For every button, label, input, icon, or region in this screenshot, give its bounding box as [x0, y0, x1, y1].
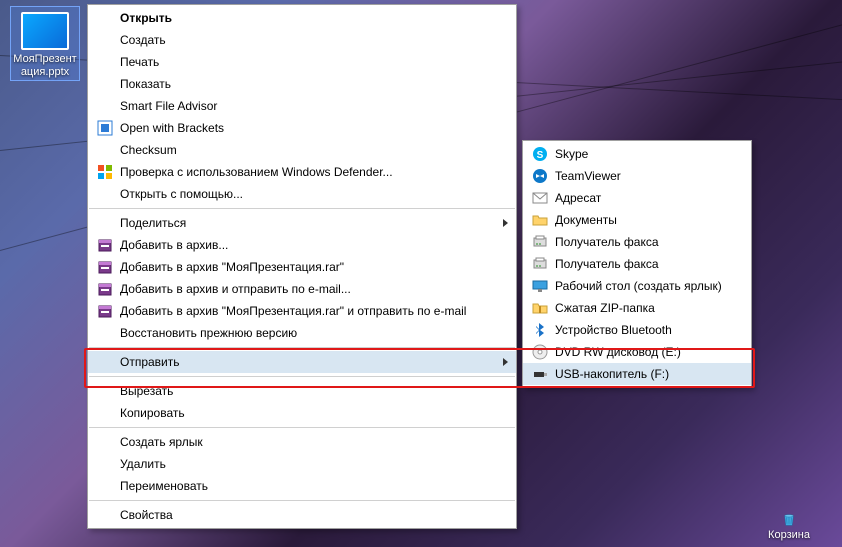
menu-item-label: Создать — [116, 33, 166, 47]
menu-item-label: Open with Brackets — [116, 121, 224, 135]
sendto-item-zip[interactable]: Сжатая ZIP-папка — [523, 297, 751, 319]
sendto-item-label: Устройство Bluetooth — [551, 323, 672, 337]
menu-item-restore[interactable]: Восстановить прежнюю версию — [88, 322, 516, 344]
menu-item-label: Проверка с использованием Windows Defend… — [116, 165, 393, 179]
skype-icon: S — [529, 146, 551, 162]
menu-item-label: Открыть с помощью... — [116, 187, 243, 201]
sendto-item-skype[interactable]: S Skype — [523, 143, 751, 165]
menu-item-label: Показать — [116, 77, 171, 91]
menu-item-label: Добавить в архив... — [116, 238, 228, 252]
menu-item-label: Отправить — [116, 355, 180, 369]
sendto-item-dvd[interactable]: DVD RW дисковод (E:) — [523, 341, 751, 363]
rar-icon — [94, 281, 116, 297]
desk-icon — [529, 278, 551, 294]
menu-item-show[interactable]: Показать — [88, 73, 516, 95]
desktop-file-label: МояПрезентация.pptx — [11, 53, 79, 78]
sendto-item-label: Получатель факса — [551, 235, 659, 249]
menu-item-share[interactable]: Поделиться — [88, 212, 516, 234]
rar-icon — [94, 237, 116, 253]
sendto-item-addr[interactable]: Адресат — [523, 187, 751, 209]
menu-item-label: Печать — [116, 55, 159, 69]
rar-icon — [94, 303, 116, 319]
sendto-item-fax2[interactable]: Получатель факса — [523, 253, 751, 275]
tv-icon — [529, 168, 551, 184]
fax-icon — [529, 234, 551, 250]
menu-item-create[interactable]: Создать — [88, 29, 516, 51]
sendto-item-label: Skype — [551, 147, 588, 161]
menu-item-label: Восстановить прежнюю версию — [116, 326, 297, 340]
menu-item-defender[interactable]: Проверка с использованием Windows Defend… — [88, 161, 516, 183]
disc-icon — [529, 344, 551, 360]
menu-item-label: Создать ярлык — [116, 435, 203, 449]
fax-icon — [529, 256, 551, 272]
menu-item-rar-add[interactable]: Добавить в архив... — [88, 234, 516, 256]
desktop-file-icon[interactable]: МояПрезентация.pptx — [10, 6, 80, 81]
menu-item-delete[interactable]: Удалить — [88, 453, 516, 475]
menu-item-label: Добавить в архив и отправить по e-mail..… — [116, 282, 351, 296]
recycle-bin-icon — [781, 511, 797, 527]
chevron-right-icon — [503, 219, 508, 227]
menu-item-brackets[interactable]: Open with Brackets — [88, 117, 516, 139]
defender-icon — [94, 164, 116, 180]
menu-item-label: Переименовать — [116, 479, 208, 493]
folder-icon — [529, 212, 551, 228]
sendto-item-deskshort[interactable]: Рабочий стол (создать ярлык) — [523, 275, 751, 297]
menu-item-rar-named[interactable]: Добавить в архив "МояПрезентация.rar" — [88, 256, 516, 278]
sendto-item-label: TeamViewer — [551, 169, 621, 183]
recycle-bin-label: Корзина — [754, 529, 824, 541]
sendto-item-fax1[interactable]: Получатель факса — [523, 231, 751, 253]
menu-item-copy[interactable]: Копировать — [88, 402, 516, 424]
menu-item-label: Вырезать — [116, 384, 173, 398]
menu-item-sendto[interactable]: Отправить — [88, 351, 516, 373]
sendto-item-label: USB-накопитель (F:) — [551, 367, 669, 381]
sendto-item-label: DVD RW дисковод (E:) — [551, 345, 681, 359]
zip-icon — [529, 300, 551, 316]
sendto-submenu: S Skype TeamViewer Адресат Документы Получате… — [522, 140, 752, 388]
sendto-item-label: Документы — [551, 213, 617, 227]
menu-item-label: Smart File Advisor — [116, 99, 217, 113]
sendto-item-label: Рабочий стол (создать ярлык) — [551, 279, 722, 293]
menu-item-cut[interactable]: Вырезать — [88, 380, 516, 402]
menu-item-rar-named-mail[interactable]: Добавить в архив "МояПрезентация.rar" и … — [88, 300, 516, 322]
menu-item-shortcut[interactable]: Создать ярлык — [88, 431, 516, 453]
menu-item-rar-mail[interactable]: Добавить в архив и отправить по e-mail..… — [88, 278, 516, 300]
svg-text:S: S — [537, 150, 544, 161]
sendto-item-teamviewer[interactable]: TeamViewer — [523, 165, 751, 187]
menu-item-label: Добавить в архив "МояПрезентация.rar" и … — [116, 304, 466, 318]
menu-item-sfa[interactable]: Smart File Advisor — [88, 95, 516, 117]
sendto-item-label: Адресат — [551, 191, 601, 205]
menu-item-print[interactable]: Печать — [88, 51, 516, 73]
sendto-item-docs[interactable]: Документы — [523, 209, 751, 231]
menu-item-rename[interactable]: Переименовать — [88, 475, 516, 497]
mail-icon — [529, 190, 551, 206]
usb-icon — [529, 366, 551, 382]
menu-item-label: Checksum — [116, 143, 177, 157]
bt-icon — [529, 322, 551, 338]
sendto-item-label: Сжатая ZIP-папка — [551, 301, 655, 315]
menu-item-label: Удалить — [116, 457, 166, 471]
menu-item-checksum[interactable]: Checksum — [88, 139, 516, 161]
menu-item-label: Свойства — [116, 508, 173, 522]
recycle-bin[interactable]: Корзина — [754, 511, 824, 541]
menu-item-label: Добавить в архив "МояПрезентация.rar" — [116, 260, 344, 274]
chevron-right-icon — [503, 358, 508, 366]
brackets-icon — [94, 120, 116, 136]
sendto-item-label: Получатель факса — [551, 257, 659, 271]
menu-item-open[interactable]: Открыть — [88, 7, 516, 29]
menu-item-props[interactable]: Свойства — [88, 504, 516, 526]
menu-item-label: Копировать — [116, 406, 185, 420]
rar-icon — [94, 259, 116, 275]
pptx-thumbnail-icon — [21, 12, 69, 50]
menu-item-label: Поделиться — [116, 216, 186, 230]
context-menu: Открыть Создать Печать Показать Smart File A… — [87, 4, 517, 529]
menu-item-openwith[interactable]: Открыть с помощью... — [88, 183, 516, 205]
sendto-item-bt[interactable]: Устройство Bluetooth — [523, 319, 751, 341]
menu-item-label: Открыть — [116, 11, 172, 25]
sendto-item-usb[interactable]: USB-накопитель (F:) — [523, 363, 751, 385]
